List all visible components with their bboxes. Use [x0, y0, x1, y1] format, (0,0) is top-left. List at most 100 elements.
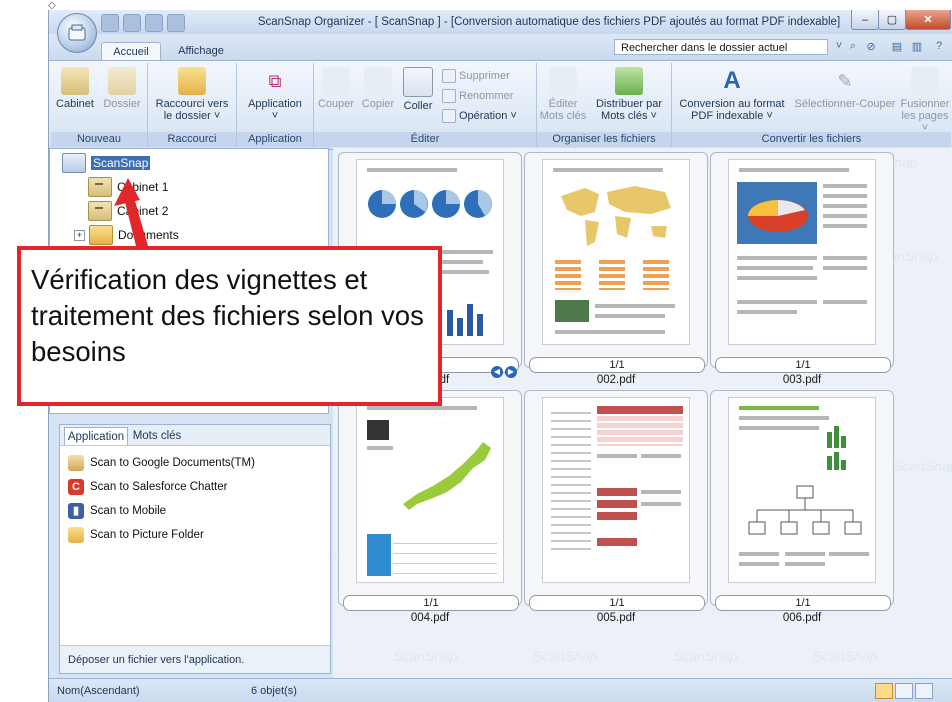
paste-button[interactable]: Coller: [400, 67, 436, 112]
application-label: Application: [248, 98, 302, 110]
new-folder-button[interactable]: Dossier: [99, 67, 145, 110]
qat-scan-icon[interactable]: [145, 14, 163, 32]
paste-icon: [403, 67, 433, 97]
next-page-icon[interactable]: ▶: [505, 366, 517, 378]
rename-button[interactable]: Renommer: [442, 89, 513, 103]
status-bar: Nom(Ascendant) 6 objet(s): [49, 678, 952, 702]
application-arrow: ˅: [271, 110, 279, 122]
distribute-by-keywords-button[interactable]: Distribuer par Mots clés ˅: [589, 67, 669, 122]
file-name[interactable]: 002.pdf: [529, 374, 703, 386]
close-button[interactable]: ✕: [905, 10, 951, 30]
search-input[interactable]: Rechercher dans le dossier actuel: [614, 39, 828, 55]
edit-keywords-button[interactable]: Éditer Mots clés: [539, 67, 587, 122]
app-item-google-docs[interactable]: Scan to Google Documents(TM): [68, 455, 255, 471]
ribbon-group-new-caption: Nouveau: [51, 132, 147, 147]
tree-item-documents[interactable]: + Documents: [74, 225, 179, 245]
ribbon-group-application: ⧉ Application ˅ Application: [237, 63, 314, 147]
file-name[interactable]: 004.pdf: [343, 612, 517, 624]
tree-item-label: Cabinet 2: [117, 204, 169, 218]
delete-label: Supprimer: [459, 70, 510, 82]
network-diagram-image: [748, 485, 862, 535]
thumbnail-card-004[interactable]: 1/1 004.pdf: [338, 390, 522, 624]
thumbnail-card-005[interactable]: 1/1 005.pdf: [524, 390, 708, 624]
cabinet-icon: [61, 67, 89, 95]
maximize-button[interactable]: ▢: [878, 10, 906, 30]
thumbnail-card-003[interactable]: 1/1 003.pdf: [710, 152, 894, 386]
scansnap-root-icon: [62, 153, 86, 173]
app-item-label: Scan to Picture Folder: [90, 529, 204, 541]
minimize-button[interactable]: –: [851, 10, 879, 30]
new-cabinet-button[interactable]: Cabinet: [53, 67, 97, 110]
merge-line1: Fusionner: [900, 98, 950, 110]
file-name[interactable]: 003.pdf: [715, 374, 889, 386]
merge-pages-button[interactable]: Fusionner les pages ˅: [900, 67, 950, 134]
clear-search-icon[interactable]: ⊘: [863, 40, 879, 54]
qat-save-icon[interactable]: [101, 14, 119, 32]
ribbon-group-organize: Éditer Mots clés Distribuer par Mots clé…: [537, 63, 672, 147]
thumbnail-card-002[interactable]: 1/1 002.pdf: [524, 152, 708, 386]
thumbnail-view-icon[interactable]: [875, 683, 893, 699]
tree-item-cabinet-1[interactable]: Cabinet 1: [88, 177, 168, 197]
prev-view-icon[interactable]: ▤: [889, 40, 905, 54]
file-name[interactable]: 006.pdf: [715, 612, 889, 624]
tab-view[interactable]: Affichage: [167, 42, 235, 60]
cut-label: Couper: [317, 98, 355, 110]
ribbon-group-convert-caption: Convertir les fichiers: [672, 132, 951, 147]
cut-button[interactable]: Couper: [316, 67, 356, 110]
select-crop-icon: ✎: [837, 71, 853, 91]
tab-keywords[interactable]: Mots clés: [130, 427, 184, 444]
tree-item-cabinet-2[interactable]: Cabinet 2: [88, 201, 168, 221]
watermark: ScanSnap: [533, 648, 598, 664]
application-orb-button[interactable]: [57, 13, 97, 53]
expand-icon[interactable]: +: [74, 229, 85, 241]
rename-label: Renommer: [459, 90, 514, 102]
operation-button[interactable]: Opération ˅: [442, 109, 517, 123]
page-count: 1/1: [343, 595, 519, 611]
window-title: ScanSnap Organizer - [ ScanSnap ] - [Con…: [257, 16, 841, 28]
edit-keywords-line2: Mots clés: [539, 110, 587, 122]
next-view-icon[interactable]: ▥: [909, 40, 925, 54]
page-thumbnail-003: [728, 159, 876, 345]
search-icon[interactable]: ⌕: [845, 40, 861, 54]
edit-keywords-line1: Éditer: [548, 98, 578, 110]
qat-refresh-icon[interactable]: [167, 14, 185, 32]
tab-home[interactable]: Accueil: [101, 42, 161, 61]
title-bar: ScanSnap Organizer - [ ScanSnap ] - [Con…: [49, 10, 952, 34]
app-item-salesforce-chatter[interactable]: C Scan to Salesforce Chatter: [68, 479, 227, 495]
ribbon: Cabinet Dossier Nouveau Raccourci vers l…: [49, 60, 952, 150]
file-name[interactable]: 005.pdf: [529, 612, 703, 624]
copy-button[interactable]: Copier: [358, 67, 398, 110]
merge-pages-icon: [911, 67, 939, 95]
watermark: ScanSnap: [813, 648, 878, 664]
tab-application[interactable]: Application: [64, 427, 128, 445]
callout-box: Vérification des vignettes et traitement…: [17, 246, 442, 406]
watermark: ScanSnap: [893, 458, 952, 474]
ribbon-group-edit: Couper Copier Coller Supprimer Renommer …: [314, 63, 537, 147]
folder-icon: [89, 225, 113, 245]
select-crop-button[interactable]: ✎ Sélectionner-Couper: [790, 67, 900, 110]
page-nav-buttons: ◀ ▶: [491, 366, 517, 378]
google-docs-icon: [68, 455, 84, 471]
shortcut-label-line1: Raccourci vers: [155, 98, 229, 110]
page-count: 1/1: [715, 357, 891, 373]
shortcut-folder-button[interactable]: Raccourci vers le dossier ˅: [152, 67, 232, 122]
distribute-icon: [615, 67, 643, 95]
application-panel-tabs: Application Mots clés: [60, 425, 330, 446]
page-count: 1/1: [529, 357, 705, 373]
help-icon[interactable]: ?: [931, 40, 947, 54]
merge-line2: les pages ˅: [901, 110, 949, 134]
copy-label: Copier: [361, 98, 395, 110]
application-button[interactable]: ⧉ Application ˅: [241, 67, 309, 122]
previous-page-icon[interactable]: ◀: [491, 366, 503, 378]
preview-view-icon[interactable]: [915, 683, 933, 699]
list-view-icon[interactable]: [895, 683, 913, 699]
app-item-mobile[interactable]: ▮ Scan to Mobile: [68, 503, 166, 519]
convert-searchable-pdf-button[interactable]: A Conversion au format PDF indexable ˅: [674, 67, 790, 122]
ribbon-group-organize-caption: Organiser les fichiers: [537, 132, 671, 147]
app-item-picture-folder[interactable]: Scan to Picture Folder: [68, 527, 204, 543]
thumbnail-card-006[interactable]: 1/1 006.pdf: [710, 390, 894, 624]
delete-button[interactable]: Supprimer: [442, 69, 510, 83]
tree-root-scansnap[interactable]: ScanSnap: [62, 153, 151, 173]
searchable-pdf-icon: A: [723, 67, 741, 94]
qat-print-icon[interactable]: [123, 14, 141, 32]
